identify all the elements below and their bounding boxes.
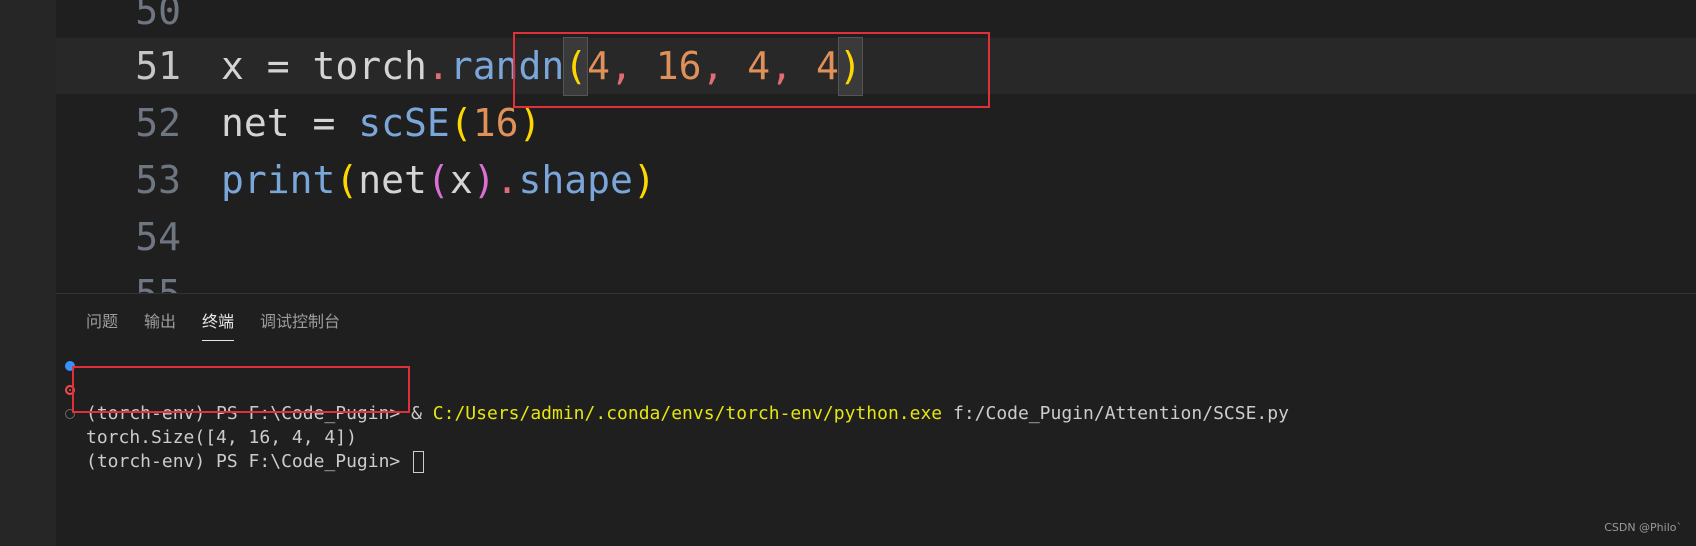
code-token: torch <box>312 44 427 88</box>
line-code: x = torch.randn(4, 16, 4, 4) <box>221 37 863 96</box>
code-token: print <box>221 158 336 202</box>
bottom-panel: 问题 输出 终端 调试控制台 (torch-env) PS F:\Code_Pu… <box>56 294 1696 546</box>
code-token: ) <box>632 158 656 202</box>
tab-output[interactable]: 输出 <box>144 308 176 341</box>
code-token: 16 <box>655 44 702 88</box>
line-code: print(net(x).shape) <box>221 152 656 209</box>
code-token: net <box>358 158 427 202</box>
code-token: ) <box>518 101 542 145</box>
code-line[interactable]: 50 <box>56 0 1696 40</box>
code-token: = <box>243 44 313 88</box>
terminal-output[interactable]: (torch-env) PS F:\Code_Pugin> & C:/Users… <box>56 354 1696 473</box>
code-line[interactable]: 54 <box>56 209 1696 266</box>
code-line[interactable]: 52 net = scSE(16) <box>56 95 1696 152</box>
line-number: 55 <box>56 266 181 293</box>
code-token: 4 <box>815 44 839 88</box>
code-token: ) <box>837 37 863 96</box>
line-number: 53 <box>135 158 181 202</box>
code-line[interactable]: 51 x = torch.randn(4, 16, 4, 4) <box>56 37 1696 96</box>
terminal-result-text: torch.Size([4, 16, 4, 4]) <box>86 427 357 448</box>
code-token: x <box>449 158 473 202</box>
code-token: 4 <box>587 44 610 88</box>
tab-terminal[interactable]: 终端 <box>202 308 235 341</box>
code-token: randn <box>449 44 565 88</box>
code-token: 4 <box>747 44 771 88</box>
code-token: , <box>770 44 816 88</box>
command-idle-icon <box>65 409 75 419</box>
panel-tabs: 问题 输出 终端 调试控制台 <box>86 308 340 341</box>
command-error-icon[interactable] <box>65 385 75 395</box>
code-token: . <box>426 44 450 88</box>
tab-debug-console[interactable]: 调试控制台 <box>260 308 340 341</box>
code-token: scSE <box>358 101 450 145</box>
code-token: = <box>289 101 359 145</box>
code-editor[interactable]: 50 51 x = torch.randn(4, 16, 4, 4) 52 net = … <box>56 0 1696 293</box>
code-token: , <box>701 44 748 88</box>
code-token: net <box>221 101 290 145</box>
code-token: ) <box>472 158 496 202</box>
activity-bar <box>0 0 56 546</box>
terminal-line-result: torch.Size([4, 16, 4, 4]) <box>56 378 1696 448</box>
code-token: ( <box>449 101 473 145</box>
code-token: ( <box>335 158 359 202</box>
code-token: . <box>495 158 519 202</box>
terminal-prompt-current: (torch-env) PS F:\Code_Pugin> <box>86 451 412 472</box>
code-line[interactable]: 53 print(net(x).shape) <box>56 152 1696 209</box>
line-number: 52 <box>135 101 181 145</box>
code-token: ( <box>426 158 450 202</box>
watermark: CSDN @Philo` <box>1604 521 1682 534</box>
terminal-line-command: (torch-env) PS F:\Code_Pugin> & C:/Users… <box>56 354 1696 424</box>
code-token: , <box>609 44 656 88</box>
command-success-icon[interactable] <box>65 361 75 371</box>
code-line[interactable]: 55 <box>56 266 1696 293</box>
tab-problems[interactable]: 问题 <box>86 308 118 341</box>
line-number: 54 <box>135 215 181 259</box>
code-token: x <box>221 44 244 88</box>
terminal-cursor <box>413 451 425 473</box>
line-code: net = scSE(16) <box>221 95 541 152</box>
code-token: ( <box>563 37 589 96</box>
line-number: 50 <box>135 0 181 33</box>
terminal-line-prompt: (torch-env) PS F:\Code_Pugin> <box>56 402 1696 473</box>
code-token: 16 <box>472 101 519 145</box>
line-number: 51 <box>135 44 181 88</box>
code-token: shape <box>518 158 633 202</box>
